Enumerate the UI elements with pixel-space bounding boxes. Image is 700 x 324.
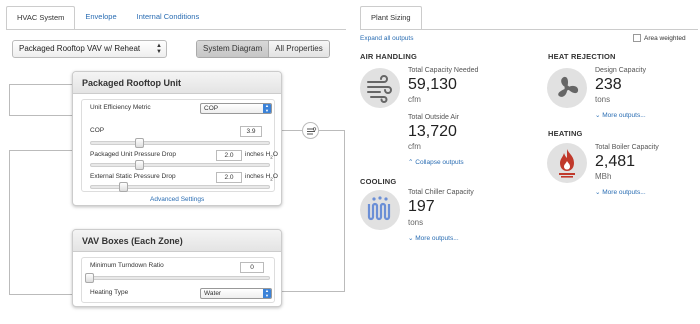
left-tab-bar: HVAC System Envelope Internal Conditions (6, 6, 209, 30)
area-weighted-checkbox[interactable] (633, 34, 641, 42)
total-capacity-value: 59,130 (408, 76, 457, 93)
plant-sizing-panel: Plant Sizing Expand all outputs Area wei… (355, 0, 700, 324)
advanced-settings-link[interactable]: Advanced Settings (150, 196, 204, 203)
total-capacity-unit: cfm (408, 95, 421, 104)
cooling-more-outputs-link[interactable]: ⌄ More outputs... (408, 234, 459, 242)
heat-rejection-icon-circle (547, 68, 587, 108)
efficiency-metric-select[interactable]: COP ▲ ▼ (200, 103, 272, 114)
system-type-value: Packaged Rooftop VAV w/ Reheat (19, 44, 141, 53)
efficiency-metric-value: COP (204, 105, 219, 112)
fan-toggle-button[interactable] (302, 122, 319, 139)
collapse-outputs-link[interactable]: ⌃ Collapse outputs (408, 158, 464, 166)
all-properties-button[interactable]: All Properties (269, 41, 329, 57)
tab-internal-conditions[interactable]: Internal Conditions (127, 6, 210, 30)
heating-icon-circle (547, 143, 587, 183)
static-pressure-unit: inches H2O (245, 173, 278, 182)
heating-type-value: Water (204, 290, 222, 297)
cop-label: COP (90, 127, 105, 134)
tab-plant-sizing[interactable]: Plant Sizing (360, 6, 422, 30)
heat-rejection-heading: HEAT REJECTION (548, 52, 616, 61)
right-tab-divider (360, 29, 698, 30)
area-weighted-toggle[interactable]: Area weighted (633, 34, 686, 42)
flow-line-right (282, 130, 345, 292)
cop-input[interactable]: 3.9 (240, 126, 262, 137)
cop-slider-handle[interactable] (135, 138, 145, 148)
efficiency-metric-label: Unit Efficiency Metric (90, 104, 151, 111)
static-pressure-input[interactable]: 2.0 (216, 172, 242, 183)
tab-envelope[interactable]: Envelope (75, 6, 126, 30)
static-pressure-label: External Static Pressure Drop (90, 173, 176, 180)
static-pressure-slider[interactable] (90, 182, 270, 192)
static-pressure-slider-handle[interactable] (119, 182, 129, 192)
air-handling-icon-circle (360, 68, 400, 108)
cooling-heading: COOLING (360, 177, 397, 186)
system-diagram-button[interactable]: System Diagram (197, 41, 270, 57)
outside-air-value: 13,720 (408, 123, 457, 140)
hvac-system-panel: HVAC System Envelope Internal Conditions… (0, 0, 352, 324)
vav-settings: Minimum Turndown Ratio 0 Heating Type Wa… (81, 257, 275, 303)
pressure-drop-slider[interactable] (90, 160, 270, 170)
total-capacity-label: Total Capacity Needed (408, 67, 479, 74)
outside-air-unit: cfm (408, 142, 421, 151)
vav-boxes-title: VAV Boxes (Each Zone) (73, 230, 281, 252)
min-turndown-slider[interactable] (85, 273, 270, 283)
boiler-capacity-value: 2,481 (595, 153, 636, 170)
cop-slider[interactable] (90, 138, 270, 148)
rooftop-unit-card: Packaged Rooftop Unit Unit Efficiency Me… (72, 71, 282, 206)
heating-heading: HEATING (548, 129, 583, 138)
select-updown-icon: ▲ ▼ (156, 43, 162, 55)
tab-hvac-system[interactable]: HVAC System (6, 6, 76, 30)
vav-boxes-card: VAV Boxes (Each Zone) Minimum Turndown R… (72, 229, 282, 307)
tab-divider (6, 29, 346, 30)
min-turndown-label: Minimum Turndown Ratio (90, 262, 164, 269)
heating-more-outputs-link[interactable]: ⌄ More outputs... (595, 188, 646, 196)
select-arrows-icon: ▲ ▼ (263, 103, 271, 113)
design-capacity-label: Design Capacity (595, 67, 646, 74)
rooftop-unit-title: Packaged Rooftop Unit (73, 72, 281, 94)
wind-icon (367, 75, 392, 103)
flow-line-top (9, 84, 72, 116)
min-turndown-input[interactable]: 0 (240, 262, 264, 273)
expand-all-outputs-link[interactable]: Expand all outputs (360, 35, 413, 42)
chiller-coil-icon (367, 196, 391, 221)
pressure-drop-slider-handle[interactable] (135, 160, 145, 170)
small-fan-icon (307, 127, 317, 135)
view-toggle: System Diagram All Properties (196, 40, 330, 58)
boiler-capacity-unit: MBh (595, 172, 612, 181)
outside-air-label: Total Outside Air (408, 114, 459, 121)
heat-rejection-more-outputs-link[interactable]: ⌄ More outputs... (595, 111, 646, 119)
chiller-capacity-value: 197 (408, 198, 435, 215)
heating-type-label: Heating Type (90, 289, 129, 296)
fan-icon (558, 76, 579, 97)
area-weighted-label: Area weighted (644, 34, 686, 42)
heating-type-select[interactable]: Water ▲ ▼ (200, 288, 272, 299)
design-capacity-value: 238 (595, 76, 622, 93)
chiller-capacity-label: Total Chiller Capacity (408, 189, 474, 196)
rooftop-unit-settings: Unit Efficiency Metric COP ▲ ▼ COP 3.9 Pa… (81, 99, 278, 192)
select-arrows-icon: ▲ ▼ (263, 288, 271, 298)
chiller-capacity-unit: tons (408, 218, 424, 227)
air-handling-heading: AIR HANDLING (360, 52, 417, 61)
pressure-drop-unit: inches H2O (245, 151, 278, 160)
pressure-drop-label: Packaged Unit Pressure Drop (90, 151, 176, 158)
cooling-icon-circle (360, 190, 400, 230)
flow-line-mid (282, 130, 302, 131)
boiler-capacity-label: Total Boiler Capacity (595, 144, 659, 151)
design-capacity-unit: tons (595, 95, 611, 104)
min-turndown-slider-handle[interactable] (85, 273, 94, 283)
pressure-drop-input[interactable]: 2.0 (216, 150, 242, 161)
system-type-select[interactable]: Packaged Rooftop VAV w/ Reheat ▲ ▼ (12, 40, 167, 58)
boiler-flame-icon (559, 149, 575, 178)
flow-line-left (9, 150, 72, 295)
